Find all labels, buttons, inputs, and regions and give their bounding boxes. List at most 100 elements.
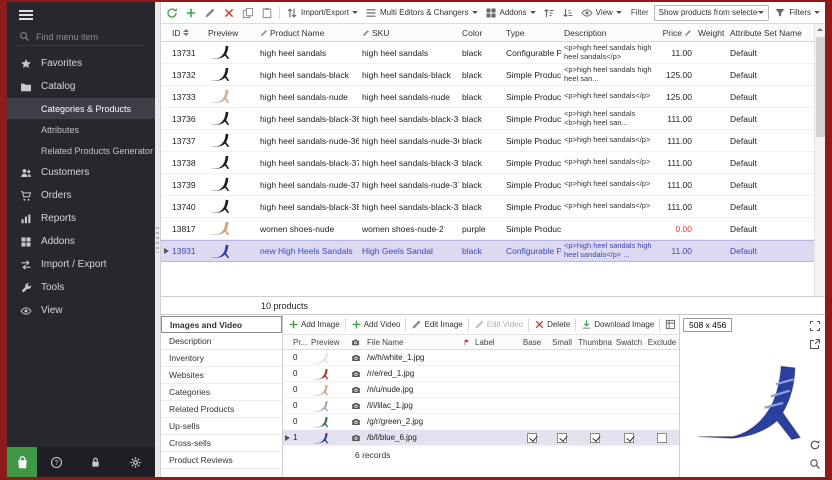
col-swatch[interactable]: Swatch	[613, 338, 645, 347]
col-attribute-set[interactable]: Attribute Set Name	[727, 28, 814, 38]
download-image-button[interactable]: Download Image	[579, 318, 656, 331]
sidebar-item-reports[interactable]: Reports	[7, 207, 155, 230]
col-label[interactable]: Label	[473, 338, 517, 347]
tab-product-reviews[interactable]: Product Reviews	[161, 452, 282, 469]
multi-editors-dropdown[interactable]: Multi Editors & Changers	[363, 5, 479, 21]
col-thumbnail[interactable]: Thumbna	[577, 338, 613, 347]
col-preview[interactable]: Preview	[205, 28, 257, 38]
tab-up-sells[interactable]: Up-sells	[161, 418, 282, 435]
image-row[interactable]: 0 /g/r/green_2.jpg	[283, 414, 679, 430]
product-row[interactable]: 13931 new High Heels Sandals High Geels …	[161, 240, 825, 262]
col-id[interactable]: ID	[169, 28, 205, 38]
products-scrollbar[interactable]	[814, 24, 825, 296]
col-description[interactable]: Description	[561, 28, 655, 38]
add-product-button[interactable]	[183, 5, 199, 21]
sidebar-item-categories-products[interactable]: Categories & Products	[7, 98, 155, 119]
sidebar-item-customers[interactable]: Customers	[7, 161, 155, 184]
zoom-icon[interactable]	[809, 457, 822, 470]
view-dropdown[interactable]: View	[579, 5, 624, 21]
col-file-name[interactable]: File Name	[365, 338, 461, 347]
sidebar-item-view[interactable]: View	[7, 299, 155, 322]
tab-images-and-video[interactable]: Images and Video	[161, 316, 282, 333]
sidebar-item-orders[interactable]: Orders	[7, 184, 155, 207]
addons-dropdown[interactable]: Addons	[483, 5, 538, 21]
store-button[interactable]	[7, 447, 37, 477]
sidebar-item-addons[interactable]: Addons	[7, 230, 155, 253]
base-checkbox[interactable]	[527, 433, 537, 443]
col-weight[interactable]: Weight	[695, 28, 727, 38]
tab-description[interactable]: Description	[161, 333, 282, 350]
exclude-checkbox[interactable]	[657, 433, 667, 443]
category-filter-select[interactable]: Show products from selected categories	[654, 5, 770, 21]
image-row[interactable]: 0 /l/i/lilac_1.jpg	[283, 398, 679, 414]
product-row[interactable]: 13731 high heel sandals high heel sandal…	[161, 42, 825, 64]
search-input[interactable]	[36, 32, 136, 42]
edit-product-button[interactable]	[202, 5, 218, 21]
image-row[interactable]: 0 /r/e/red_1.jpg	[283, 366, 679, 382]
product-row[interactable]: 13733 high heel sandals-nude high heel s…	[161, 86, 825, 108]
swatch-checkbox[interactable]	[624, 433, 634, 443]
col-type[interactable]: Type	[503, 28, 561, 38]
set-resize-rule-button[interactable]: Set Resize Rule	[663, 318, 679, 331]
col-image-preview[interactable]: Preview	[309, 338, 349, 347]
edit-video-button[interactable]: Edit Video	[472, 318, 525, 331]
col-base[interactable]: Base	[517, 338, 547, 347]
camera-icon	[349, 417, 365, 427]
product-row[interactable]: 13739 high heel sandals-nude-37 high hee…	[161, 174, 825, 196]
scrollbar-thumb[interactable]	[816, 37, 825, 137]
col-exclude[interactable]: Exclude	[645, 338, 679, 347]
col-small[interactable]: Small	[547, 338, 577, 347]
scroll-up-icon[interactable]	[815, 24, 825, 35]
delete-product-button[interactable]	[221, 5, 237, 21]
delete-image-button[interactable]: Delete	[532, 318, 572, 331]
product-row[interactable]: 13740 high heel sandals-black-38 high he…	[161, 196, 825, 218]
add-video-button[interactable]: Add Video	[349, 318, 403, 331]
image-row[interactable]: 1 /b/l/blue_6.jpg	[283, 430, 679, 446]
product-row[interactable]: 13736 high heel sandals-black-36 high he…	[161, 108, 825, 130]
edit-icon	[362, 29, 370, 37]
fullscreen-icon[interactable]	[809, 319, 822, 332]
sidebar-item-catalog[interactable]: Catalog	[7, 75, 155, 98]
edit-image-button[interactable]: Edit Image	[409, 318, 464, 331]
refresh-button[interactable]	[164, 5, 180, 21]
help-button[interactable]: ?	[37, 456, 76, 469]
tab-related-products[interactable]: Related Products	[161, 401, 282, 418]
col-priority[interactable]: Pr...	[291, 338, 309, 347]
tab-websites[interactable]: Websites	[161, 367, 282, 384]
sidebar-item-import-export[interactable]: Import / Export	[7, 253, 155, 276]
image-row[interactable]: 0 /n/u/nude.jpg	[283, 382, 679, 398]
thumbnail-checkbox[interactable]	[590, 433, 600, 443]
sidebar-item-related-products-generator[interactable]: Related Products Generator	[7, 140, 155, 161]
sidebar-item-favorites[interactable]: Favorites	[7, 52, 155, 75]
copy-button[interactable]	[240, 5, 256, 21]
rotate-icon[interactable]	[809, 438, 822, 451]
import-export-dropdown[interactable]: Import/Export	[284, 5, 360, 21]
menu-icon[interactable]	[7, 2, 155, 27]
tab-categories[interactable]: Categories	[161, 384, 282, 401]
sidebar-item-attributes[interactable]: Attributes	[7, 119, 155, 140]
product-id: 13739	[169, 180, 205, 190]
settings-button[interactable]	[116, 456, 155, 469]
image-priority: 0	[291, 353, 309, 362]
open-external-icon[interactable]	[809, 337, 822, 350]
col-sku[interactable]: SKU	[359, 28, 459, 38]
sidebar-item-tools[interactable]: Tools	[7, 276, 155, 299]
sort-asc-button[interactable]	[541, 5, 557, 21]
product-row[interactable]: 13817 women shoes-nude women shoes-nude-…	[161, 218, 825, 240]
product-row[interactable]: 13738 high heel sandals-black-37 high he…	[161, 152, 825, 174]
sidebar-item-label: Import / Export	[41, 259, 107, 270]
image-row[interactable]: 0 /w/h/white_1.jpg	[283, 350, 679, 366]
tab-cross-sells[interactable]: Cross-sells	[161, 435, 282, 452]
filters-dropdown[interactable]: Filters	[772, 5, 822, 21]
col-color[interactable]: Color	[459, 28, 503, 38]
col-product-name[interactable]: Product Name	[257, 28, 359, 38]
tab-inventory[interactable]: Inventory	[161, 350, 282, 367]
small-checkbox[interactable]	[557, 433, 567, 443]
lock-button[interactable]	[76, 456, 115, 469]
product-row[interactable]: 13732 high heel sandals-black high heel …	[161, 64, 825, 86]
product-row[interactable]: 13737 high heel sandals-nude-36 high hee…	[161, 130, 825, 152]
paste-button[interactable]	[259, 5, 275, 21]
sort-desc-button[interactable]	[560, 5, 576, 21]
add-image-button[interactable]: Add Image	[286, 318, 342, 331]
col-price[interactable]: Price	[655, 28, 695, 38]
